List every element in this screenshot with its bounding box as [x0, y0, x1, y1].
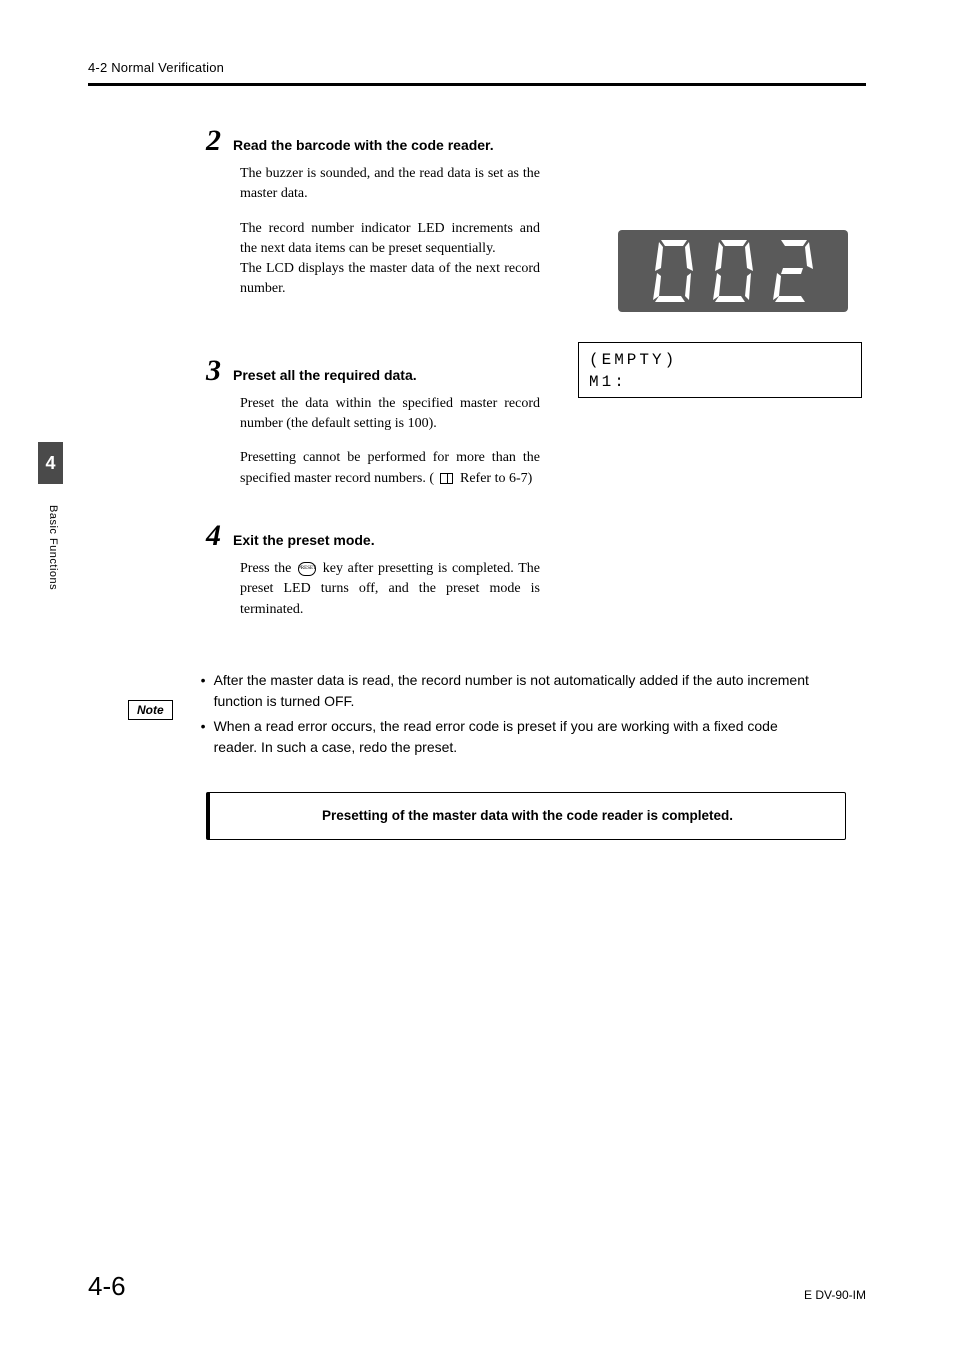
- chapter-label: Basic Functions: [47, 505, 59, 590]
- note-item: When a read error occurs, the read error…: [214, 716, 821, 758]
- step-paragraph: The buzzer is sounded, and the read data…: [240, 164, 540, 205]
- step-paragraph: Preset the data within the specified mas…: [240, 394, 540, 435]
- lcd-display: (EMPTY) M1:: [578, 342, 862, 398]
- book-icon: [440, 473, 453, 484]
- step-number: 2: [206, 126, 221, 156]
- lcd-line-2: M1:: [589, 371, 851, 393]
- notes-list: •After the master data is read, the reco…: [201, 670, 821, 762]
- note-label: Note: [128, 700, 173, 720]
- step-paragraph: Presetting cannot be performed for more …: [240, 448, 540, 489]
- header-rule: [88, 83, 866, 86]
- step-number: 4: [206, 521, 221, 551]
- step-paragraph: The record number indicator LED incremen…: [240, 219, 540, 300]
- lcd-line-1: (EMPTY): [589, 349, 851, 371]
- step-title: Preset all the required data.: [233, 367, 417, 383]
- led-display: [618, 230, 848, 312]
- doc-id: E DV-90-IM: [804, 1288, 866, 1302]
- chapter-tab: 4: [38, 442, 63, 484]
- led-digit-0b: [711, 238, 755, 304]
- step-paragraph: Press the PRESET key after presetting is…: [240, 559, 540, 620]
- page-number: 4-6: [88, 1271, 126, 1302]
- completion-message: Presetting of the master data with the c…: [206, 792, 846, 840]
- step-4: 4 Exit the preset mode. Press the PRESET…: [206, 521, 866, 620]
- led-digit-2: [771, 238, 815, 304]
- step-title: Read the barcode with the code reader.: [233, 137, 494, 153]
- note-item: After the master data is read, the recor…: [214, 670, 821, 712]
- header-section: 4-2 Normal Verification: [88, 60, 866, 75]
- led-digit-0: [651, 238, 695, 304]
- step-number: 3: [206, 356, 221, 386]
- step-title: Exit the preset mode.: [233, 532, 375, 548]
- preset-key-icon: PRESET: [298, 562, 316, 576]
